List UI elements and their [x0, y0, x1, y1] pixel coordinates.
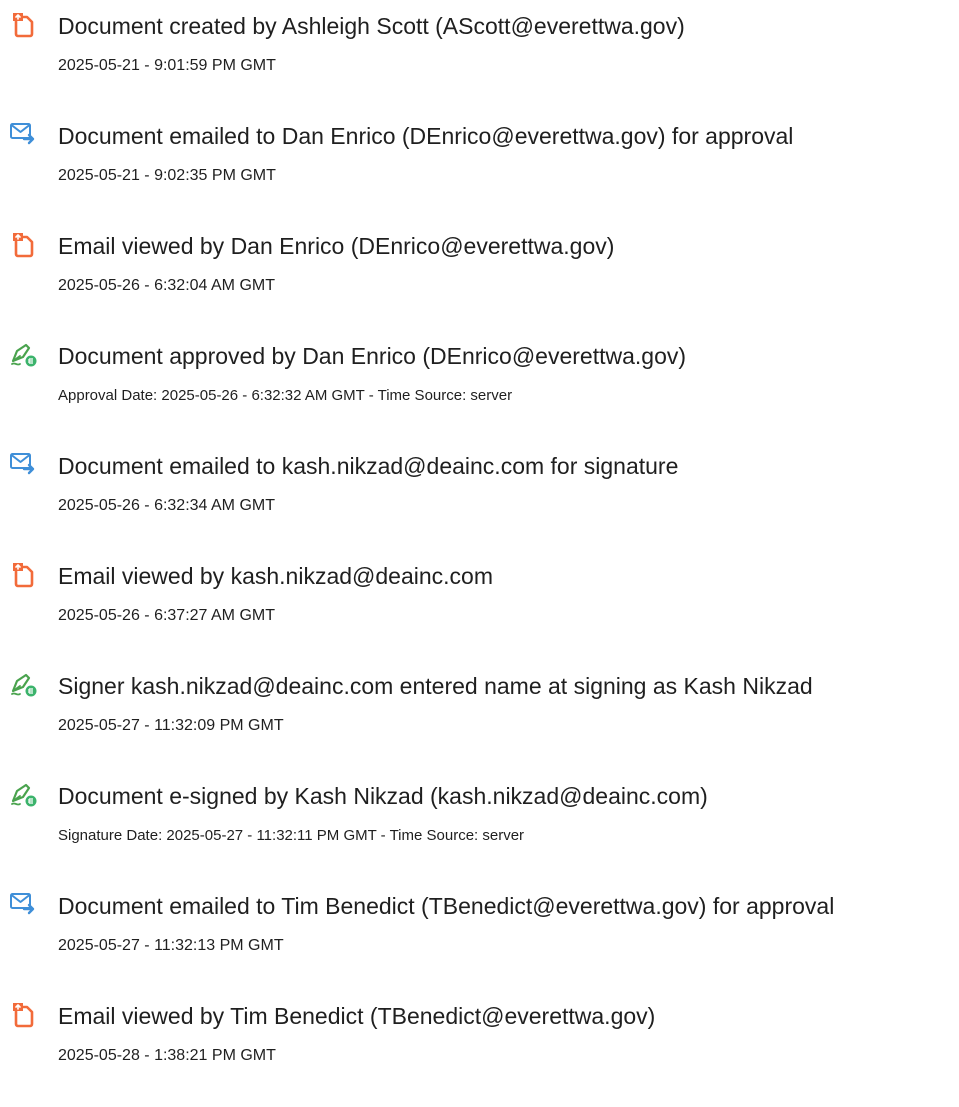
document-icon — [10, 230, 38, 258]
event-timestamp: 2025-05-28 - 1:38:21 PM GMT — [58, 1047, 276, 1064]
event-title: Email viewed by Dan Enrico (DEnrico@ever… — [58, 233, 615, 259]
email-icon — [10, 890, 38, 918]
history-event: Document emailed to Dan Enrico (DEnrico@… — [0, 110, 959, 220]
audit-history-list: Document created by Ashleigh Scott (ASco… — [0, 0, 959, 1100]
history-event: Email viewed by Tim Benedict (TBenedict@… — [0, 990, 959, 1100]
history-event: Document created by Ashleigh Scott (ASco… — [0, 0, 959, 110]
event-title: Document emailed to Dan Enrico (DEnrico@… — [58, 123, 794, 149]
document-icon — [10, 10, 38, 38]
event-timestamp: 2025-05-26 - 6:32:34 AM GMT — [58, 497, 275, 514]
event-timestamp: 2025-05-21 - 9:02:35 PM GMT — [58, 167, 276, 184]
email-icon — [10, 120, 38, 148]
signature-icon — [10, 670, 38, 698]
document-icon — [10, 1000, 38, 1028]
event-title: Email viewed by Tim Benedict (TBenedict@… — [58, 1003, 656, 1029]
event-title: Document created by Ashleigh Scott (ASco… — [58, 13, 685, 39]
event-timestamp: Signature Date: 2025-05-27 - 11:32:11 PM… — [58, 827, 525, 844]
event-title: Document e-signed by Kash Nikzad (kash.n… — [58, 783, 708, 809]
event-title: Signer kash.nikzad@deainc.com entered na… — [58, 673, 813, 699]
event-timestamp: 2025-05-27 - 11:32:09 PM GMT — [58, 717, 284, 734]
event-timestamp: 2025-05-26 - 6:37:27 AM GMT — [58, 607, 275, 624]
event-timestamp: 2025-05-26 - 6:32:04 AM GMT — [58, 277, 275, 294]
event-title: Email viewed by kash.nikzad@deainc.com — [58, 563, 493, 589]
event-timestamp: 2025-05-27 - 11:32:13 PM GMT — [58, 937, 284, 954]
event-title: Document emailed to kash.nikzad@deainc.c… — [58, 453, 679, 479]
signature-icon — [10, 780, 38, 808]
event-title: Document emailed to Tim Benedict (TBened… — [58, 893, 835, 919]
history-event: Signer kash.nikzad@deainc.com entered na… — [0, 660, 959, 770]
history-event: Document emailed to kash.nikzad@deainc.c… — [0, 440, 959, 550]
history-event: Document emailed to Tim Benedict (TBened… — [0, 880, 959, 990]
history-event: Email viewed by kash.nikzad@deainc.com 2… — [0, 550, 959, 660]
history-event: Document approved by Dan Enrico (DEnrico… — [0, 330, 959, 440]
event-timestamp: Approval Date: 2025-05-26 - 6:32:32 AM G… — [58, 387, 513, 404]
history-event: Email viewed by Dan Enrico (DEnrico@ever… — [0, 220, 959, 330]
history-event: Document e-signed by Kash Nikzad (kash.n… — [0, 770, 959, 880]
document-icon — [10, 560, 38, 588]
event-title: Document approved by Dan Enrico (DEnrico… — [58, 343, 687, 369]
signature-icon — [10, 340, 38, 368]
email-icon — [10, 450, 38, 478]
event-timestamp: 2025-05-21 - 9:01:59 PM GMT — [58, 57, 276, 74]
